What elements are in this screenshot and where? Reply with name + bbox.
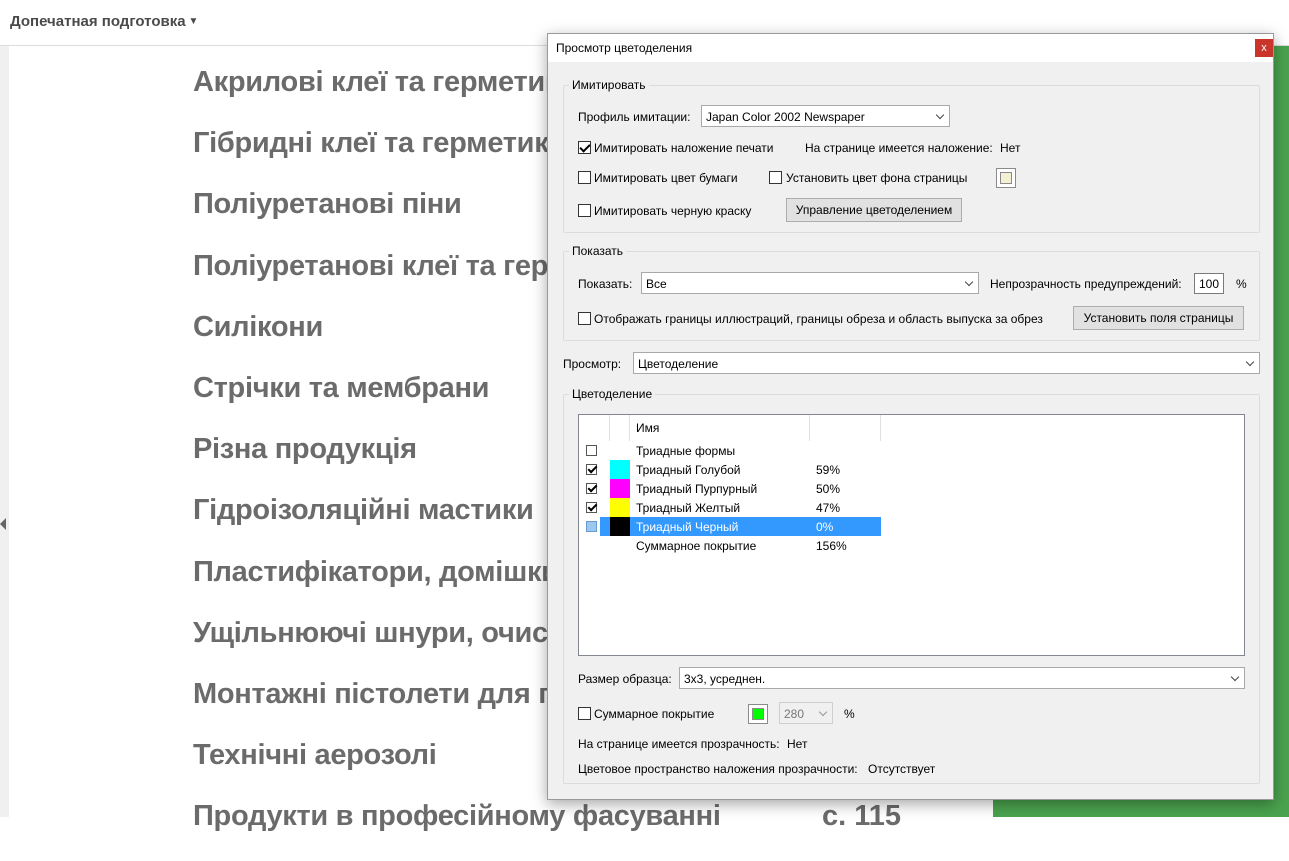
caret-down-icon: ▼ <box>188 16 199 27</box>
header-swatch-col[interactable] <box>610 415 630 441</box>
row-visibility-checkbox[interactable] <box>586 464 597 475</box>
row-visibility-checkbox[interactable] <box>586 521 597 532</box>
total-coverage-checkbox[interactable] <box>578 707 591 720</box>
color-swatch <box>610 517 630 536</box>
set-page-boxes-button[interactable]: Установить поля страницы <box>1073 306 1244 330</box>
simulate-overprint-checkbox[interactable] <box>578 141 591 154</box>
separation-percent: 0% <box>816 520 834 534</box>
page-overprint-label: На странице имеется наложение: <box>805 141 993 155</box>
left-panel-gutter <box>0 46 9 817</box>
list-item[interactable]: Суммарное покрытие 156% <box>579 536 881 555</box>
list-header: Имя <box>579 415 881 441</box>
close-button[interactable]: x <box>1255 39 1273 57</box>
total-coverage-label[interactable]: Суммарное покрытие <box>594 707 714 721</box>
dialog-title: Просмотр цветоделения <box>556 41 693 55</box>
total-coverage-value: 280 <box>784 707 805 721</box>
blend-space-value: Отсутствует <box>868 762 936 776</box>
simulation-profile-value: Japan Color 2002 Newspaper <box>706 110 865 124</box>
page-bg-color-label[interactable]: Установить цвет фона страницы <box>786 171 967 185</box>
simulate-paper-color-checkbox[interactable] <box>578 171 591 184</box>
chevron-down-icon <box>1245 357 1255 367</box>
chevron-down-icon <box>1230 672 1240 682</box>
separation-percent: 50% <box>816 482 841 496</box>
separation-name: Триадный Черный <box>636 520 739 534</box>
separation-percent: 47% <box>816 501 841 515</box>
color-swatch <box>610 460 630 479</box>
separations-group-label: Цветоделение <box>569 387 656 401</box>
page-transparency-value: Нет <box>787 737 808 751</box>
preview-select[interactable]: Цветоделение <box>633 352 1260 374</box>
list-item[interactable]: Триадный Желтый 47% <box>579 498 881 517</box>
row-visibility-checkbox[interactable] <box>586 502 597 513</box>
blend-space-label: Цветовое пространство наложения прозрачн… <box>578 762 858 776</box>
show-boxes-checkbox[interactable] <box>578 312 591 325</box>
ink-manager-button[interactable]: Управление цветоделением <box>786 198 962 222</box>
percent-label: % <box>1236 277 1247 291</box>
list-item[interactable]: Триадный Пурпурный 50% <box>579 479 881 498</box>
simulate-group-label: Имитировать <box>569 78 649 92</box>
total-coverage-color-swatch[interactable] <box>748 704 768 724</box>
sample-size-label: Размер образца: <box>578 672 672 686</box>
dialog-titlebar[interactable]: Просмотр цветоделения x <box>548 34 1273 62</box>
page-transparency-label: На странице имеется прозрачность: <box>578 737 780 751</box>
separation-percent: 156% <box>816 539 847 553</box>
simulation-profile-label: Профиль имитации: <box>578 110 691 124</box>
warning-opacity-input[interactable]: 100 <box>1194 273 1224 294</box>
separation-name: Триадный Голубой <box>636 463 741 477</box>
simulate-paper-color-label[interactable]: Имитировать цвет бумаги <box>594 171 738 185</box>
expand-panel-icon[interactable] <box>0 518 6 530</box>
separation-name: Суммарное покрытие <box>636 539 757 553</box>
separation-percent: 59% <box>816 463 841 477</box>
warning-opacity-label: Непрозрачность предупреждений: <box>990 277 1182 291</box>
preview-value: Цветоделение <box>638 357 719 371</box>
simulate-black-ink-label[interactable]: Имитировать черную краску <box>594 204 751 218</box>
prepress-menu-label: Допечатная подготовка <box>10 13 186 30</box>
chevron-down-icon <box>818 707 828 717</box>
output-preview-dialog: Просмотр цветоделения x Имитировать Проф… <box>547 33 1274 800</box>
separation-name: Триадный Пурпурный <box>636 482 758 496</box>
page-bg-color-swatch[interactable] <box>996 168 1016 188</box>
color-swatch <box>610 498 630 517</box>
show-label: Показать: <box>578 277 633 291</box>
separation-name: Триадный Желтый <box>636 501 741 515</box>
show-select[interactable]: Все <box>641 272 979 294</box>
header-name-label: Имя <box>636 421 660 435</box>
header-percent-col[interactable] <box>810 415 881 441</box>
show-group-label: Показать <box>569 244 627 258</box>
show-value: Все <box>646 277 667 291</box>
doc-item: Продукти в професійному фасуванні <box>193 800 721 833</box>
list-item-selected[interactable]: Триадный Черный 0% <box>579 517 881 536</box>
list-item[interactable]: Триадные формы <box>579 441 881 460</box>
prepress-menu[interactable]: Допечатная подготовка ▼ <box>10 13 198 30</box>
header-check-col[interactable] <box>579 415 610 441</box>
simulate-overprint-label[interactable]: Имитировать наложение печати <box>594 141 774 155</box>
simulate-black-ink-checkbox[interactable] <box>578 204 591 217</box>
sample-size-select[interactable]: 3х3, усреднен. <box>679 667 1245 689</box>
row-visibility-checkbox[interactable] <box>586 483 597 494</box>
chevron-down-icon <box>935 110 945 120</box>
header-name-col[interactable]: Имя <box>630 415 810 441</box>
preview-label: Просмотр: <box>563 357 622 371</box>
color-swatch <box>610 479 630 498</box>
percent-label: % <box>844 707 855 721</box>
row-visibility-checkbox[interactable] <box>586 445 597 456</box>
list-item[interactable]: Триадный Голубой 59% <box>579 460 881 479</box>
separation-name: Триадные формы <box>636 444 736 458</box>
total-coverage-select[interactable]: 280 <box>779 702 833 724</box>
total-coverage-color-chip <box>752 708 764 720</box>
show-boxes-label[interactable]: Отображать границы иллюстраций, границы … <box>594 312 1043 326</box>
chevron-down-icon <box>964 277 974 287</box>
page-bg-color-chip <box>1000 172 1012 184</box>
page-overprint-value: Нет <box>1000 141 1021 155</box>
sample-size-value: 3х3, усреднен. <box>684 672 766 686</box>
separations-list[interactable]: Имя Триадные формы Триадный Голубой 59% … <box>578 414 1245 656</box>
simulation-profile-select[interactable]: Japan Color 2002 Newspaper <box>701 105 950 127</box>
page-bg-color-checkbox[interactable] <box>769 171 782 184</box>
